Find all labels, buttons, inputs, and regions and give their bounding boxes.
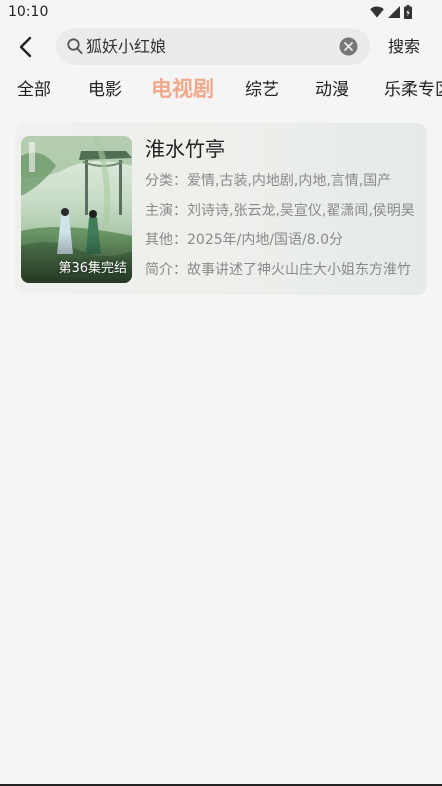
info-value: 故事讲述了神火山庄大小姐东方淮竹 bbox=[187, 262, 411, 278]
info-label: 主演： bbox=[145, 203, 187, 219]
search-value: 狐妖小红娘 bbox=[86, 37, 167, 56]
status-bar: 10:10 bbox=[0, 0, 442, 24]
screen: 10:10 狐妖小红娘 搜索 全部 电影 电视剧 综艺 动漫 乐柔专区 bbox=[0, 0, 442, 786]
result-title: 淮水竹亭 bbox=[145, 137, 225, 161]
result-card[interactable]: 第36集完结 淮水竹亭 分类：爱情,古装,内地剧,内地,言情,国产 主演：刘诗诗… bbox=[15, 123, 427, 295]
status-icons bbox=[370, 5, 412, 19]
info-label: 其他： bbox=[145, 232, 187, 248]
tab-special[interactable]: 乐柔专区 bbox=[384, 79, 442, 101]
info-value: 刘诗诗,张云龙,吴宣仪,翟潇闻,侯明昊 bbox=[187, 203, 415, 219]
episode-badge: 第36集完结 bbox=[58, 261, 127, 276]
search-icon bbox=[67, 38, 83, 54]
info-row-other: 其他：2025年/内地/国语/8.0分 bbox=[145, 231, 421, 249]
tab-anime[interactable]: 动漫 bbox=[315, 79, 349, 101]
clear-icon[interactable] bbox=[339, 37, 358, 56]
info-value: 爱情,古装,内地剧,内地,言情,国产 bbox=[187, 173, 392, 189]
info-row-synopsis: 简介：故事讲述了神火山庄大小姐东方淮竹 bbox=[145, 261, 421, 279]
search-input[interactable]: 狐妖小红娘 bbox=[56, 28, 370, 65]
tab-variety[interactable]: 综艺 bbox=[245, 79, 279, 101]
tab-all[interactable]: 全部 bbox=[17, 79, 51, 101]
status-time: 10:10 bbox=[8, 4, 49, 20]
wifi-icon bbox=[370, 6, 384, 18]
info-row-cast: 主演：刘诗诗,张云龙,吴宣仪,翟潇闻,侯明昊 bbox=[145, 202, 421, 220]
info-value: 2025年/内地/国语/8.0分 bbox=[187, 232, 344, 248]
info-label: 简介： bbox=[145, 262, 187, 278]
info-row-category: 分类：爱情,古装,内地剧,内地,言情,国产 bbox=[145, 172, 421, 190]
poster-image: 第36集完结 bbox=[21, 136, 132, 283]
signal-icon bbox=[388, 6, 400, 18]
back-button[interactable] bbox=[12, 34, 38, 60]
tab-tv-series[interactable]: 电视剧 bbox=[151, 76, 214, 103]
battery-icon bbox=[404, 5, 412, 19]
chevron-left-icon bbox=[19, 36, 32, 58]
tab-movie[interactable]: 电影 bbox=[88, 79, 122, 101]
search-button[interactable]: 搜索 bbox=[388, 37, 420, 57]
info-label: 分类： bbox=[145, 173, 187, 189]
category-tabs: 全部 电影 电视剧 综艺 动漫 乐柔专区 bbox=[0, 76, 442, 108]
